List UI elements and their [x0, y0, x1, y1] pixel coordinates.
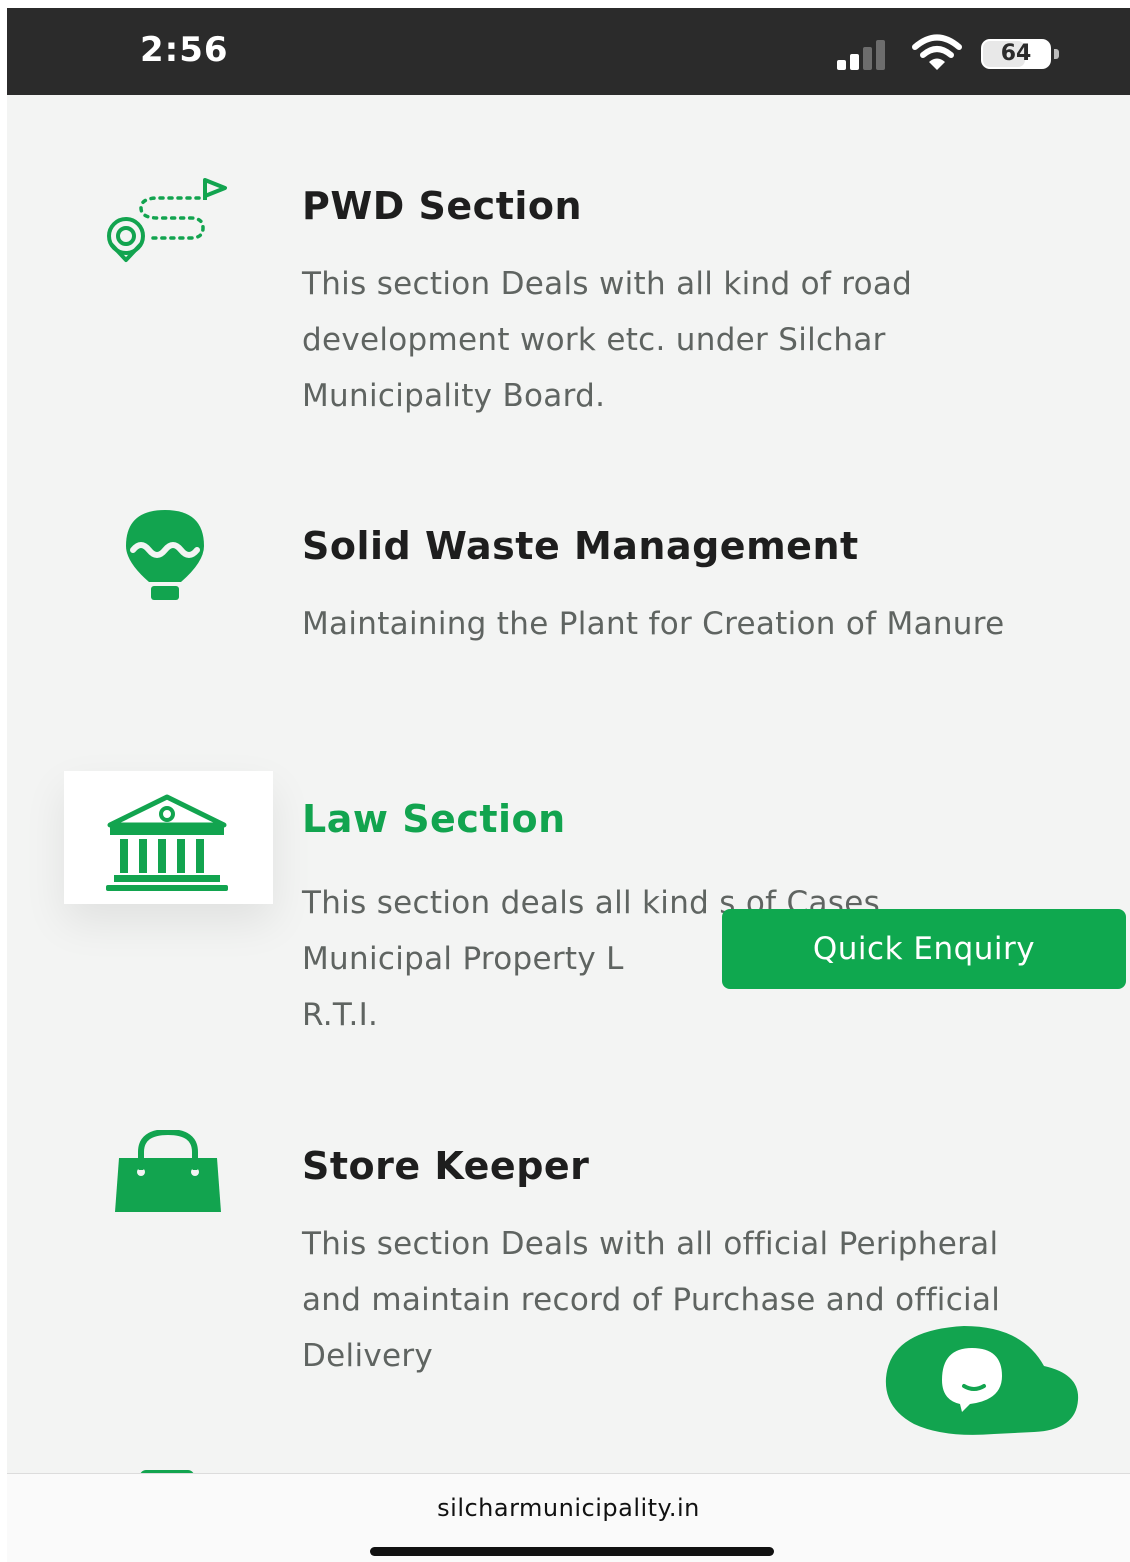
page-frame: 2:56 64 PWD Section This section Deals w…: [7, 8, 1130, 1562]
signal-icon: [837, 40, 885, 70]
chat-bubble-icon: [885, 1326, 1079, 1435]
section-title-store-keeper: Store Keeper: [302, 1144, 590, 1188]
law-icon-card: [64, 771, 273, 904]
shopping-bag-icon: [115, 1130, 235, 1230]
home-indicator[interactable]: [370, 1547, 774, 1556]
battery-body: 64: [981, 39, 1051, 69]
battery-icon: 64: [981, 39, 1061, 69]
section-description-law-line: R.T.I.: [302, 997, 379, 1033]
battery-cap: [1054, 49, 1059, 59]
status-bar: 2:56 64: [7, 8, 1130, 95]
section-description-pwd: This section Deals with all kind of road…: [302, 266, 913, 414]
chat-button[interactable]: [884, 1326, 1080, 1438]
quick-enquiry-button[interactable]: Quick Enquiry: [722, 909, 1126, 989]
battery-percentage: 64: [1000, 41, 1032, 66]
section-description-solid-waste: Maintaining the Plant for Creation of Ma…: [302, 606, 1005, 642]
status-time: 2:56: [140, 30, 229, 70]
section-title-solid-waste: Solid Waste Management: [302, 524, 859, 568]
browser-bottom-bar: silcharmunicipality.in: [7, 1473, 1130, 1562]
hot-air-balloon-icon: [123, 510, 243, 610]
section-title-law: Law Section: [302, 797, 566, 841]
url-label[interactable]: silcharmunicipality.in: [7, 1494, 1130, 1522]
route-map-icon: [103, 178, 227, 278]
section-title-pwd: PWD Section: [302, 184, 583, 228]
wifi-icon: [912, 34, 962, 70]
courthouse-icon: [106, 794, 228, 891]
